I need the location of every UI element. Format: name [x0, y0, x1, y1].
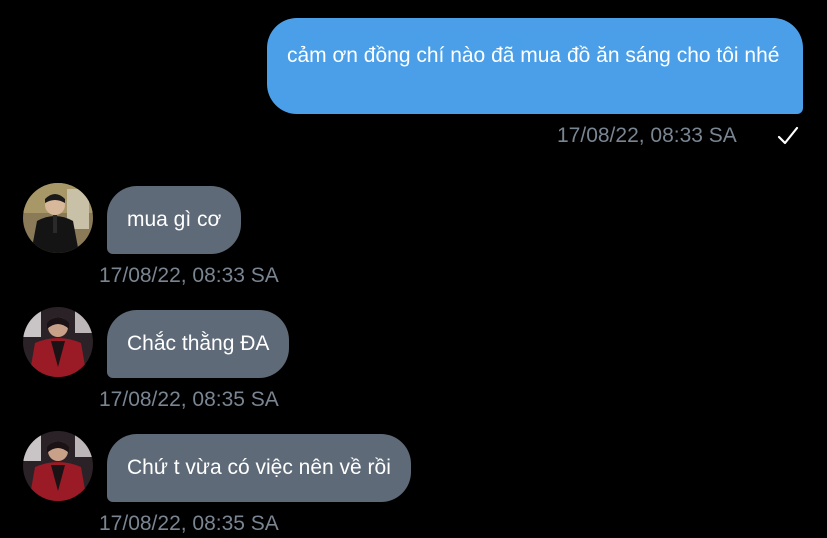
outgoing-message-bubble[interactable]: cảm ơn đồng chí nào đã mua đồ ăn sáng ch… — [267, 18, 803, 114]
message-text: Chắc thằng ĐA — [127, 332, 270, 355]
message-timestamp: 17/08/22, 08:33 SA — [557, 124, 737, 147]
message-text: Chứ t vừa có việc nên về rồi — [127, 456, 391, 479]
incoming-message-bubble[interactable]: mua gì cơ — [107, 186, 242, 254]
message-timestamp: 17/08/22, 08:35 SA — [99, 512, 279, 535]
incoming-message-bubble[interactable]: Chắc thằng ĐA — [107, 310, 290, 378]
avatar[interactable] — [23, 183, 93, 253]
incoming-message-bubble[interactable]: Chứ t vừa có việc nên về rồi — [107, 434, 411, 502]
avatar-photo-icon — [23, 307, 93, 377]
avatar[interactable] — [23, 431, 93, 501]
message-text: mua gì cơ — [127, 208, 222, 231]
message-timestamp: 17/08/22, 08:35 SA — [99, 388, 279, 411]
avatar[interactable] — [23, 307, 93, 377]
avatar-photo-icon — [23, 431, 93, 501]
message-text: cảm ơn đồng chí nào đã mua đồ ăn sáng ch… — [287, 44, 780, 67]
message-timestamp: 17/08/22, 08:33 SA — [99, 264, 279, 287]
avatar-photo-icon — [23, 183, 93, 253]
checkmark-icon — [777, 126, 799, 145]
